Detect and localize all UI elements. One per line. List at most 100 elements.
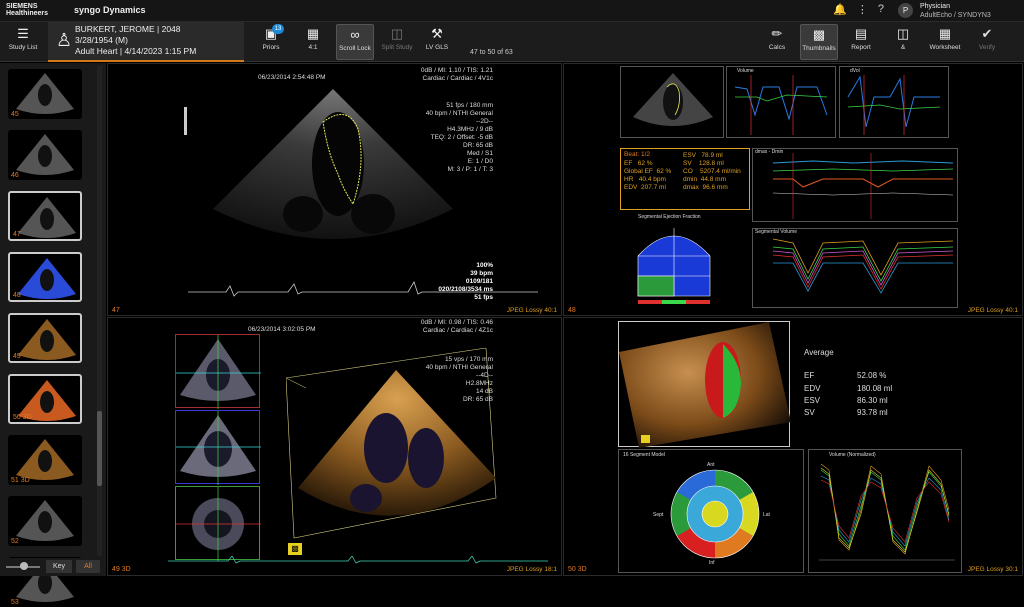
thumbnails-label: Thumbnails bbox=[802, 45, 836, 52]
vp3-mpr-b bbox=[175, 410, 261, 485]
vp1-number: 47 bbox=[112, 307, 120, 314]
patient-study: Adult Heart | 4/14/2023 1:15 PM bbox=[75, 46, 197, 56]
vp3-compression: JPEG Lossy 18:1 bbox=[506, 566, 557, 573]
vp4-bullseye-panel: 16 Segment Model Ant Sept Lat Inf bbox=[618, 449, 804, 573]
priors-button[interactable]: ▣ Priors 13 bbox=[252, 24, 290, 60]
vp4-volume-curves bbox=[819, 463, 955, 561]
compare-button[interactable]: ◫ & bbox=[884, 24, 922, 60]
thumbnail-item[interactable]: 52 bbox=[8, 496, 82, 546]
viewport-1[interactable]: 06/23/2014 2:54:48 PM 0dB / MI: 1.10 / T… bbox=[107, 63, 562, 316]
study-list-button[interactable]: ☰ Study List bbox=[4, 24, 42, 60]
main-toolbar: ☰ Study List ♙ BURKERT, JEROME | 2048 3/… bbox=[0, 22, 1024, 62]
more-icon[interactable]: ⋮ bbox=[857, 3, 868, 16]
patient-banner[interactable]: ♙ BURKERT, JEROME | 2048 3/28/1954 (M) A… bbox=[48, 22, 244, 62]
split-icon: ◫ bbox=[390, 26, 404, 41]
vp3-orientation-cube-icon[interactable]: ▩ bbox=[288, 543, 302, 555]
thumbnail-item[interactable]: 51 3D bbox=[8, 435, 82, 485]
viewport-3[interactable]: 06/23/2014 3:02:05 PM 0dB / MI: 0.98 / T… bbox=[107, 317, 562, 576]
layout-4-1-button[interactable]: ▦ 4:1 bbox=[294, 24, 332, 60]
echo-2d-image bbox=[184, 89, 538, 297]
thumbnail-image bbox=[16, 134, 74, 175]
calcs-button[interactable]: ✏ Calcs bbox=[758, 24, 796, 60]
vp4-volume-render bbox=[618, 321, 791, 448]
thumbnail-scrollbar[interactable] bbox=[97, 66, 102, 556]
scrollbar-thumb[interactable] bbox=[97, 411, 102, 486]
vp4-label-inf: Inf bbox=[709, 560, 715, 566]
lv-gls-button[interactable]: ⚒ LV GLS bbox=[418, 24, 456, 60]
split-study-button[interactable]: ◫ Split Study bbox=[378, 24, 416, 60]
scroll-lock-label: Scroll Lock bbox=[339, 45, 371, 52]
vp4-16-segment-bullseye bbox=[670, 469, 760, 559]
lv-gls-label: LV GLS bbox=[425, 44, 449, 51]
vp2-beat: Beat: 1/2 bbox=[624, 151, 651, 158]
thumbnail-item[interactable]: 47 bbox=[8, 191, 82, 241]
siemens-logo: SIEMENS Healthineers bbox=[6, 3, 48, 17]
verify-button[interactable]: ✔ Verify bbox=[968, 24, 1006, 60]
vp2-stats-box: Beat: 1/2 EF 62 % Global EF 62 % HR 40.4… bbox=[620, 148, 750, 210]
vp2-sef-title: Segmental Ejection Fraction bbox=[638, 214, 701, 220]
image-count: 47 to 50 of 63 bbox=[470, 49, 513, 56]
thumbnail-sidebar: 45 46 47 48 49 50 3D 51 3D 52 53 bbox=[0, 63, 106, 607]
vp2-segmental-volume-graph: Segmental Volume bbox=[752, 228, 958, 308]
thumbnail-image bbox=[16, 73, 74, 114]
vp4-sv-label: SV bbox=[804, 408, 815, 417]
thumbnail-item[interactable]: 48 bbox=[8, 252, 82, 302]
vp4-label-lat: Lat bbox=[763, 512, 770, 518]
thumbnail-label: 48 bbox=[13, 292, 21, 299]
vp3-top-right-info: 0dB / MI: 0.98 / TIS: 0.46 Cardiac / Car… bbox=[420, 319, 493, 334]
help-icon[interactable]: ? bbox=[878, 3, 884, 16]
worksheet-icon: ▦ bbox=[938, 26, 952, 41]
vp2-number: 48 bbox=[568, 307, 576, 314]
vp2-volume-graph: Volume bbox=[726, 66, 836, 138]
scroll-lock-button[interactable]: ∞ Scroll Lock bbox=[336, 24, 374, 60]
patient-name: BURKERT, JEROME | 2048 bbox=[75, 24, 181, 34]
priors-badge: 13 bbox=[272, 24, 284, 34]
compare-icon: ◫ bbox=[896, 26, 910, 41]
viewport-2[interactable]: Volume dVol Beat: 1/2 EF 62 % Global EF … bbox=[563, 63, 1023, 316]
vp2-dimension-graph: dmax - Dmin bbox=[752, 148, 958, 222]
thumbnail-item[interactable]: 50 3D bbox=[8, 374, 82, 424]
link-icon: ∞ bbox=[350, 27, 360, 42]
vp3-ecg-trace bbox=[168, 556, 548, 564]
vp1-acq-params: 51 fps / 180 mm 40 bpm / NTHI General --… bbox=[425, 102, 493, 173]
vp4-label-ant: Ant bbox=[707, 462, 715, 468]
thumbnail-image bbox=[16, 500, 74, 541]
vp4-esv-label: ESV bbox=[804, 396, 821, 405]
vp4-compression: JPEG Lossy 30:1 bbox=[967, 566, 1018, 573]
vp3-mpr-a bbox=[175, 334, 261, 409]
worksheet-label: Worksheet bbox=[929, 44, 961, 51]
user-menu[interactable]: P Physician AdultEcho / SYNDYN3 bbox=[898, 2, 1024, 20]
thumbnail-item[interactable]: 45 bbox=[8, 69, 82, 119]
thumbnail-label: 51 3D bbox=[11, 477, 30, 484]
thumbnail-item[interactable]: 49 bbox=[8, 313, 82, 363]
thumbnail-item[interactable]: 46 bbox=[8, 130, 82, 180]
vp4-edv-value: 180.08 ml bbox=[857, 384, 893, 393]
top-icons: 🔔 ⋮ ? bbox=[833, 3, 884, 16]
viewport-4[interactable]: Average EF 52.08 % EDV 180.08 ml ESV 86.… bbox=[563, 317, 1023, 576]
vp3-number: 49 3D bbox=[112, 566, 131, 573]
thumbnails-button[interactable]: ▩ Thumbnails bbox=[800, 24, 838, 60]
vp2-graph2-title: dVol bbox=[850, 68, 860, 74]
calcs-label: Calcs bbox=[768, 44, 786, 51]
verify-label: Verify bbox=[978, 44, 996, 51]
vp3-mpr-c bbox=[175, 486, 261, 561]
vp4-esv-value: 86.30 ml bbox=[857, 396, 888, 405]
study-list-label: Study List bbox=[8, 44, 38, 51]
worksheet-button[interactable]: ▦ Worksheet bbox=[926, 24, 964, 60]
product-name: syngo Dynamics bbox=[74, 5, 146, 15]
vp1-compression: JPEG Lossy 40:1 bbox=[506, 307, 557, 314]
key-filter-button[interactable]: Key bbox=[46, 560, 72, 573]
bell-icon[interactable]: 🔔 bbox=[833, 3, 847, 16]
brand-line1: SIEMENS bbox=[6, 3, 38, 10]
vp4-number: 50 3D bbox=[568, 566, 587, 573]
vp4-label-sept: Sept bbox=[653, 512, 664, 518]
report-button[interactable]: ▤ Report bbox=[842, 24, 880, 60]
vp1-bottom-info: 100% 39 bpm 0109/181 020/2108/3534 ms 51… bbox=[438, 262, 493, 301]
vp2-compression: JPEG Lossy 40:1 bbox=[967, 307, 1018, 314]
vp4-ef-value: 52.08 % bbox=[857, 371, 887, 380]
slider-knob[interactable] bbox=[20, 562, 28, 570]
vp4-ef-label: EF bbox=[804, 371, 815, 380]
compare-label: & bbox=[900, 44, 906, 51]
all-filter-button[interactable]: All bbox=[76, 560, 100, 573]
calcs-icon: ✏ bbox=[771, 26, 783, 41]
